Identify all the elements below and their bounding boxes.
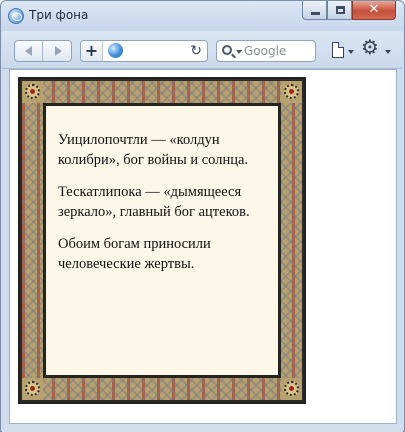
caption-buttons: ✕ xyxy=(302,1,396,21)
inner-border: Уицилопочтли — «колдун колибри», бог вой… xyxy=(43,103,281,378)
paragraph-tezcatlipoca: Тескатлипока — «дымящееся зеркало», глав… xyxy=(58,184,250,220)
search-engine-dropdown-icon[interactable] xyxy=(236,50,242,54)
sun-icon xyxy=(25,84,40,99)
page-icon[interactable] xyxy=(332,42,344,58)
gear-icon[interactable]: ⚙ xyxy=(361,37,381,57)
maximize-button[interactable] xyxy=(327,1,352,20)
address-bar[interactable]: + ↻ xyxy=(80,40,208,62)
settings-dropdown-icon[interactable] xyxy=(385,50,391,54)
sun-icon xyxy=(284,84,299,99)
window-title: Три фона xyxy=(29,8,89,22)
text-content: Уицилопочтли — «колдун колибри», бог вой… xyxy=(46,106,278,375)
reload-icon[interactable]: ↻ xyxy=(190,41,202,61)
maximize-icon xyxy=(336,6,345,14)
sun-icon xyxy=(25,381,40,396)
title-bar: Три фона ✕ xyxy=(1,1,404,31)
sun-icon xyxy=(284,381,299,396)
paragraph-sacrifices: Обоим богам приносили человеческие жертв… xyxy=(58,236,211,272)
patterned-frame: Уицилопочтли — «колдун колибри», бог вой… xyxy=(18,77,306,404)
search-placeholder: Google xyxy=(244,44,287,58)
corner-tile xyxy=(281,81,302,103)
add-bookmark-button[interactable]: + xyxy=(81,41,103,61)
navigation-toolbar: + ↻ Google ⚙ xyxy=(2,31,403,69)
close-icon: ✕ xyxy=(368,2,380,17)
aztec-pattern-border: Уицилопочтли — «колдун колибри», бог вой… xyxy=(22,81,302,400)
paragraph-huitzilopochtli: Уицилопочтли — «колдун колибри», бог вой… xyxy=(58,132,249,168)
nav-buttons xyxy=(14,40,72,62)
close-button[interactable]: ✕ xyxy=(352,1,396,20)
globe-icon xyxy=(108,43,123,58)
page-viewport: Уицилопочтли — «колдун колибри», бог вой… xyxy=(9,69,397,424)
minimize-button[interactable] xyxy=(302,1,327,20)
browser-window: Три фона ✕ + ↻ Google ⚙ Уицилопочтли — «… xyxy=(0,0,405,432)
page-menu-dropdown-icon[interactable] xyxy=(348,50,354,54)
corner-tile xyxy=(22,81,43,103)
corner-tile xyxy=(22,378,43,400)
status-bar xyxy=(2,424,403,432)
corner-tile xyxy=(281,378,302,400)
back-button[interactable] xyxy=(15,41,44,61)
back-arrow-icon xyxy=(25,46,32,56)
forward-arrow-icon xyxy=(55,46,63,56)
forward-button[interactable] xyxy=(43,41,71,61)
search-bar[interactable]: Google xyxy=(216,40,316,62)
browser-globe-icon xyxy=(8,8,24,24)
search-icon[interactable] xyxy=(222,45,232,55)
minimize-icon xyxy=(311,12,320,15)
